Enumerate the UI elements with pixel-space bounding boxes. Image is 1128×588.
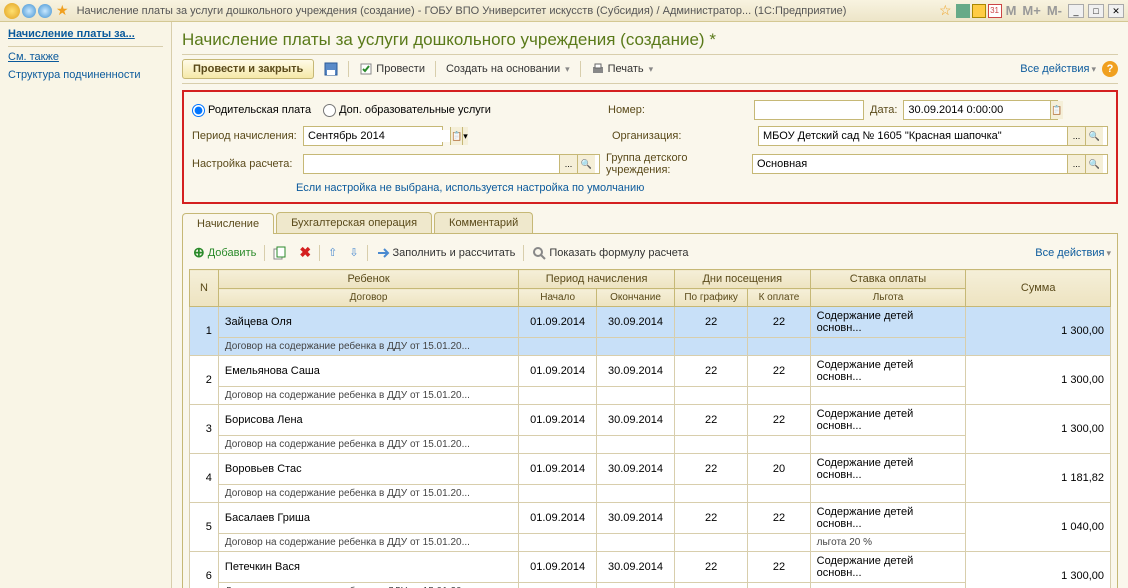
fill-label: Заполнить и рассчитать [393, 247, 516, 259]
form-area: Родительская плата Доп. образовательные … [182, 90, 1118, 204]
accrual-table: N Ребенок Период начисления Дни посещени… [189, 269, 1111, 588]
number-label: Номер: [608, 104, 748, 116]
group-search-icon[interactable]: 🔍 [1085, 155, 1103, 173]
star-icon[interactable]: ☆ [939, 2, 952, 19]
print-label: Печать [608, 63, 644, 75]
date-field[interactable]: 📋 [903, 100, 1058, 120]
setting-field[interactable]: ...🔍 [303, 154, 600, 174]
setting-label: Настройка расчета: [192, 158, 297, 170]
forward-icon[interactable] [38, 4, 52, 18]
col-schedule[interactable]: По графику [674, 289, 747, 307]
tab-comment[interactable]: Комментарий [434, 212, 533, 233]
copy-button[interactable] [269, 244, 291, 262]
group-ellipsis-icon[interactable]: ... [1067, 155, 1085, 173]
show-formula-button[interactable]: Показать формулу расчета [528, 244, 692, 262]
tab-content: ⊕Добавить ✖ ⇧ ⇩ Заполнить и рассчитать П… [182, 233, 1118, 588]
post-and-close-button[interactable]: Провести и закрыть [182, 59, 314, 79]
table-row[interactable]: 4Воровьев Стас01.09.201430.09.20142220Со… [190, 454, 1111, 485]
sidebar: Начисление платы за... См. также Структу… [0, 22, 172, 588]
col-n[interactable]: N [190, 270, 219, 307]
sidebar-link-main[interactable]: Начисление платы за... [8, 28, 163, 40]
calendar-icon[interactable]: 31 [988, 4, 1002, 18]
maximize-button[interactable]: □ [1088, 4, 1104, 18]
add-button[interactable]: ⊕Добавить [189, 242, 260, 263]
favorite-icon[interactable]: ★ [56, 2, 69, 19]
create-based-button[interactable]: Создать на основании [442, 61, 574, 77]
period-picker-icon[interactable]: 📋 [450, 127, 462, 145]
app-icon [4, 3, 20, 19]
save-button[interactable] [320, 60, 342, 78]
period-field[interactable]: 📋▾ [303, 126, 443, 146]
col-period[interactable]: Период начисления [519, 270, 675, 289]
zoom-m-icon[interactable]: M [1004, 3, 1019, 18]
date-label: Дата: [870, 104, 897, 116]
setting-hint: Если настройка не выбрана, используется … [296, 182, 1108, 194]
move-down-button[interactable]: ⇩ [345, 244, 362, 261]
delete-button[interactable]: ✖ [295, 242, 315, 263]
group-label: Группа детского учреждения: [606, 152, 746, 176]
table-row[interactable]: 5Басалаев Гриша01.09.201430.09.20142222С… [190, 503, 1111, 534]
add-label: Добавить [208, 247, 257, 259]
period-dd-icon[interactable]: ▾ [462, 127, 468, 145]
table-row[interactable]: 6Петечкин Вася01.09.201430.09.20142222Со… [190, 552, 1111, 583]
number-field[interactable] [754, 100, 864, 120]
radio-parent-fee[interactable]: Родительская плата [192, 104, 311, 117]
org-label: Организация: [612, 130, 752, 142]
col-days[interactable]: Дни посещения [674, 270, 810, 289]
close-button[interactable]: ✕ [1108, 4, 1124, 18]
col-child[interactable]: Ребенок [218, 270, 518, 289]
move-up-button[interactable]: ⇧ [324, 244, 341, 261]
setting-search-icon[interactable]: 🔍 [577, 155, 595, 173]
page-title: Начисление платы за услуги дошкольного у… [182, 30, 1118, 50]
radio-extra-services-label: Доп. образовательные услуги [339, 104, 491, 116]
all-actions-link[interactable]: Все действия [1020, 63, 1096, 75]
sidebar-link-seealso[interactable]: См. также [8, 51, 163, 63]
col-discount[interactable]: Льгота [810, 289, 966, 307]
col-contract[interactable]: Договор [218, 289, 518, 307]
org-field[interactable]: ...🔍 [758, 126, 1108, 146]
org-ellipsis-icon[interactable]: ... [1067, 127, 1085, 145]
group-field[interactable]: ...🔍 [752, 154, 1108, 174]
setting-ellipsis-icon[interactable]: ... [559, 155, 577, 173]
tab-accounting[interactable]: Бухгалтерская операция [276, 212, 432, 233]
zoom-mminus-icon[interactable]: M- [1045, 3, 1064, 18]
grid-icon[interactable] [956, 4, 970, 18]
zoom-mplus-icon[interactable]: M+ [1020, 3, 1042, 18]
table-row[interactable]: 1Зайцева Оля01.09.201430.09.20142222Соде… [190, 307, 1111, 338]
window-title: Начисление платы за услуги дошкольного у… [77, 5, 937, 17]
back-icon[interactable] [22, 4, 36, 18]
formula-label: Показать формулу расчета [549, 247, 688, 259]
titlebar: ★ Начисление платы за услуги дошкольного… [0, 0, 1128, 22]
col-end[interactable]: Окончание [597, 289, 675, 307]
table-all-actions[interactable]: Все действия [1035, 247, 1111, 259]
command-bar: Провести и закрыть Провести Создать на о… [182, 54, 1118, 84]
tabs: Начисление Бухгалтерская операция Коммен… [182, 212, 1118, 233]
sidebar-link-structure[interactable]: Структура подчиненности [8, 69, 163, 81]
help-icon[interactable]: ? [1102, 61, 1118, 77]
org-search-icon[interactable]: 🔍 [1085, 127, 1103, 145]
period-label: Период начисления: [192, 130, 297, 142]
col-start[interactable]: Начало [519, 289, 597, 307]
print-button[interactable]: Печать [587, 60, 658, 78]
post-button[interactable]: Провести [355, 60, 429, 78]
tab-accrual[interactable]: Начисление [182, 213, 274, 234]
calc-icon[interactable] [972, 4, 986, 18]
fill-calculate-button[interactable]: Заполнить и рассчитать [372, 244, 520, 262]
post-label: Провести [376, 63, 425, 75]
radio-parent-fee-label: Родительская плата [208, 104, 311, 116]
minimize-button[interactable]: _ [1068, 4, 1084, 18]
col-pay[interactable]: К оплате [748, 289, 810, 307]
col-sum[interactable]: Сумма [966, 270, 1111, 307]
table-row[interactable]: 2Емельянова Саша01.09.201430.09.20142222… [190, 356, 1111, 387]
col-rate[interactable]: Ставка оплаты [810, 270, 966, 289]
table-row[interactable]: 3Борисова Лена01.09.201430.09.20142222Со… [190, 405, 1111, 436]
table-toolbar: ⊕Добавить ✖ ⇧ ⇩ Заполнить и рассчитать П… [189, 240, 1111, 269]
calendar-icon[interactable]: 📋 [1050, 101, 1062, 119]
radio-extra-services[interactable]: Доп. образовательные услуги [323, 104, 491, 117]
